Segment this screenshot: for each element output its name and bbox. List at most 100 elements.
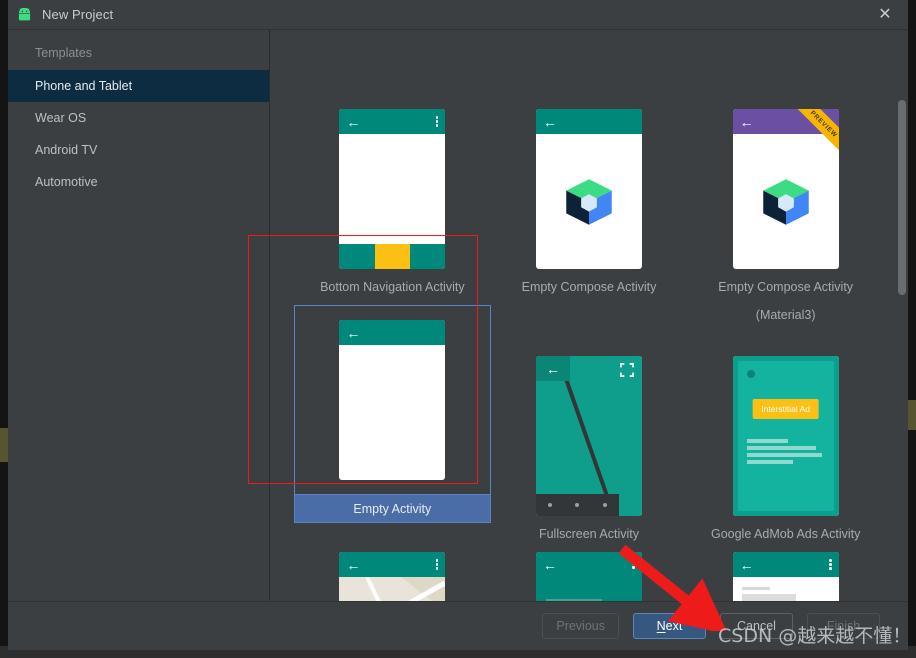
phone-mock: ← xyxy=(535,109,642,269)
back-arrow-icon: ← xyxy=(542,113,557,130)
bottom-navigation-bar xyxy=(339,244,446,269)
thumbnail-fullscreen: ← xyxy=(491,305,688,520)
map-canvas xyxy=(339,577,446,601)
next-button[interactable]: Next xyxy=(633,613,706,639)
back-arrow-icon: ← xyxy=(739,556,754,573)
template-card-fullscreen-activity[interactable]: ← Fullscreen Activity xyxy=(491,305,688,548)
phone-mock: ← PREVIEW xyxy=(732,109,839,269)
sidebar-item-phone-and-tablet[interactable]: Phone and Tablet xyxy=(8,70,269,102)
app-bar: ← xyxy=(339,109,446,134)
thumbnail-compose: ← xyxy=(491,58,688,273)
template-card-empty-compose-activity[interactable]: ← Empty Compose Activity xyxy=(491,58,688,301)
jetpack-compose-cube-icon xyxy=(762,178,809,225)
new-project-dialog: New Project ✕ Templates Phone and Tablet… xyxy=(8,0,908,650)
app-bar: ← xyxy=(339,320,446,345)
screen-root: New Project ✕ Templates Phone and Tablet… xyxy=(0,0,916,658)
expand-fullscreen-icon xyxy=(619,363,634,377)
sidebar-item-wear-os[interactable]: Wear OS xyxy=(8,102,269,134)
thumbnail-basic: ← ★ xyxy=(491,552,688,601)
username-field-placeholder xyxy=(741,594,797,601)
thumbnail-bottom-nav: ← xyxy=(294,58,491,273)
admob-canvas: Interstitial Ad xyxy=(732,356,839,516)
back-arrow-icon: ← xyxy=(542,557,557,573)
back-arrow-icon: ← xyxy=(535,356,570,381)
previous-button[interactable]: Previous xyxy=(542,613,619,639)
app-bar: ← xyxy=(535,109,642,134)
compose-logo-area xyxy=(733,134,839,269)
thumbnail-maps: ← xyxy=(294,552,491,601)
status-dot xyxy=(746,370,755,378)
placeholder-text-lines xyxy=(746,439,822,467)
app-bar: ← xyxy=(339,552,446,577)
thumbnail-admob: Interstitial Ad xyxy=(687,305,884,520)
phone-mock: ← xyxy=(339,552,446,601)
app-bar: ← xyxy=(535,552,642,601)
map-tiles xyxy=(339,577,446,601)
cancel-button[interactable]: Cancel xyxy=(720,613,793,639)
template-card-google-admob-ads-activity[interactable]: Interstitial Ad Google AdMob Ads Activit… xyxy=(687,305,884,548)
jetpack-compose-cube-icon xyxy=(566,178,612,225)
fullscreen-canvas: ← xyxy=(535,356,642,516)
thumbnail-login: ← xyxy=(687,552,884,601)
template-card-empty-compose-activity-material3[interactable]: ← PREVIEW Empty Compose Activity (Materi… xyxy=(687,58,884,322)
template-card-empty-activity[interactable]: ← Empty Activity xyxy=(294,305,491,548)
overflow-menu-icon xyxy=(435,116,439,127)
template-label: Bottom Navigation Activity xyxy=(320,280,465,294)
back-arrow-icon: ← xyxy=(346,556,361,573)
sidebar-item-android-tv[interactable]: Android TV xyxy=(8,134,269,166)
sidebar-item-automotive[interactable]: Automotive xyxy=(8,166,269,198)
template-card-clipped-b[interactable] xyxy=(491,30,688,54)
app-bar: ← PREVIEW xyxy=(732,109,839,159)
username-label-placeholder xyxy=(741,587,770,590)
template-card-basic-activity[interactable]: ← ★ Basic Activity xyxy=(491,552,688,601)
template-gallery[interactable]: ← Bottom Navigation Activity ← Empty Com… xyxy=(270,30,908,601)
phone-mock: ← ★ xyxy=(535,552,642,601)
phone-mock: ← xyxy=(535,356,642,516)
phone-mock: ← xyxy=(339,320,446,480)
template-card-login-activity[interactable]: ← xyxy=(687,552,884,601)
back-arrow-icon: ← xyxy=(346,113,361,130)
template-card-bottom-navigation-activity[interactable]: ← Bottom Navigation Activity xyxy=(294,58,491,301)
dialog-title: New Project xyxy=(42,7,114,22)
phone-mock: ← xyxy=(339,109,446,269)
phone-mock: ← xyxy=(732,552,839,601)
bottom-indicator-bar xyxy=(535,494,619,516)
template-grid: ← Bottom Navigation Activity ← Empty Com… xyxy=(270,30,908,601)
template-label: Google AdMob Ads Activity xyxy=(710,527,861,541)
toolbar-title-placeholder xyxy=(545,599,602,601)
admob-screen: Interstitial Ad xyxy=(737,361,834,511)
interstitial-ad-button: Interstitial Ad xyxy=(752,399,819,419)
back-arrow-icon: ← xyxy=(739,113,754,130)
vertical-scrollbar[interactable] xyxy=(898,100,906,295)
templates-sidebar: Templates Phone and Tablet Wear OS Andro… xyxy=(8,30,270,601)
template-card-google-maps-activity[interactable]: ← xyxy=(294,552,491,601)
dialog-body: Templates Phone and Tablet Wear OS Andro… xyxy=(8,29,908,601)
overflow-menu-icon xyxy=(632,558,635,569)
overflow-menu-icon xyxy=(829,559,832,570)
finish-button[interactable]: Finish xyxy=(807,613,880,639)
template-label: Empty Compose Activity (Material3) xyxy=(718,280,854,322)
nav-tab-2-active xyxy=(374,244,410,269)
template-card-clipped-a[interactable] xyxy=(294,30,491,54)
back-arrow-icon: ← xyxy=(346,324,361,341)
overflow-menu-icon xyxy=(435,559,439,570)
compose-logo-area xyxy=(536,134,642,269)
nav-tab-1 xyxy=(339,244,375,269)
sidebar-header: Templates xyxy=(35,46,92,60)
template-label: Empty Activity xyxy=(294,495,491,523)
template-card-clipped-c[interactable] xyxy=(687,30,884,54)
dialog-footer: Previous Next Cancel Finish xyxy=(8,601,908,650)
close-icon[interactable]: ✕ xyxy=(862,0,908,29)
next-button-label: ext xyxy=(665,619,683,633)
dialog-titlebar: New Project ✕ xyxy=(8,0,908,29)
phone-mock: Interstitial Ad xyxy=(732,356,839,516)
thumbnail-empty-activity: ← xyxy=(294,305,491,495)
template-label: Empty Compose Activity xyxy=(521,280,657,294)
thumbnail-compose-m3: ← PREVIEW xyxy=(687,58,884,273)
next-button-mnemonic: N xyxy=(656,619,666,633)
template-label: Fullscreen Activity xyxy=(538,527,639,541)
nav-tab-3 xyxy=(409,244,446,269)
app-bar: ← xyxy=(732,552,839,577)
login-form xyxy=(732,577,839,601)
android-robot-icon xyxy=(18,7,31,20)
